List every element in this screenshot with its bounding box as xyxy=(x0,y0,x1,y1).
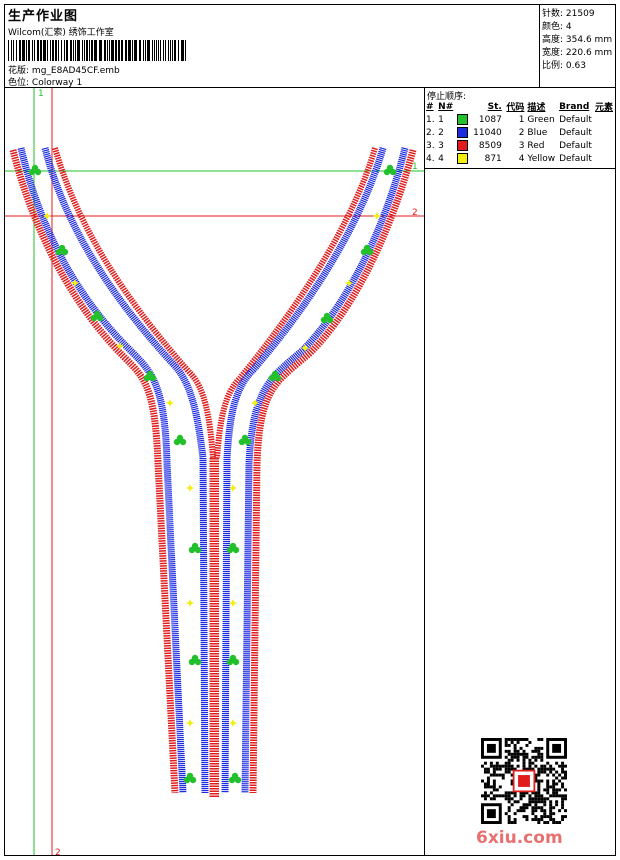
cell-index: 2. xyxy=(426,127,435,138)
green-motif xyxy=(274,374,282,382)
table-row: 2. 2 11040 2 Blue Default xyxy=(426,126,616,139)
col-swatch xyxy=(457,100,472,113)
cell-description: Red xyxy=(527,140,545,151)
color-swatch xyxy=(457,152,472,165)
cell-element xyxy=(595,113,616,126)
stat-scale: 比例: 0.63 xyxy=(542,61,586,71)
cell-code: 1 xyxy=(518,114,525,125)
cell-index: 1. xyxy=(426,114,435,125)
design-stats: 针数: 21509 颜色: 4 高度: 354.6 mm 宽度: 220.6 m… xyxy=(539,5,616,87)
cell-element xyxy=(595,126,616,139)
green-motif xyxy=(232,546,240,554)
swatch-red xyxy=(457,140,469,151)
cell-stitches: 1087 xyxy=(478,114,502,125)
swatch-blue xyxy=(457,127,469,138)
cell-code: 3 xyxy=(518,140,525,151)
design-canvas: 1 2 1 2 xyxy=(5,88,424,855)
cell-needle: 1 xyxy=(438,114,444,125)
col-element: 元素 xyxy=(594,103,613,113)
green-motif xyxy=(366,248,374,256)
swatch-green xyxy=(457,114,469,125)
green-motif xyxy=(326,316,334,324)
cell-brand: Default xyxy=(559,114,592,125)
color-swatch xyxy=(457,113,472,126)
yellow-star-motif xyxy=(186,719,194,727)
green-motif xyxy=(96,314,104,322)
cell-stitches: 871 xyxy=(484,153,502,164)
cell-stitches: 11040 xyxy=(473,127,502,138)
cell-needle: 4 xyxy=(438,153,444,164)
table-header-row: # N# St. 代码 描述 Brand 元素 xyxy=(426,100,616,114)
cell-needle: 2 xyxy=(438,127,444,138)
stop-sequence-table: # N# St. 代码 描述 Brand 元素 1. 1 1087 1 Green Def… xyxy=(426,100,616,165)
green-motif xyxy=(34,168,42,176)
col-description: 描述 xyxy=(527,103,546,113)
cell-brand: Default xyxy=(559,140,592,151)
blue-satin-left-1 xyxy=(41,147,209,794)
col-needle: N# xyxy=(438,101,454,112)
cell-brand: Default xyxy=(559,153,592,164)
cell-code: 2 xyxy=(518,127,525,138)
green-motif xyxy=(389,168,397,176)
color-swatch xyxy=(457,139,472,152)
qr-code xyxy=(481,738,567,824)
green-motif xyxy=(234,776,242,784)
yellow-star-motif xyxy=(186,599,194,607)
green-motif xyxy=(232,658,240,666)
cell-code: 4 xyxy=(518,153,525,164)
cell-brand: Default xyxy=(559,127,592,138)
green-motif xyxy=(149,374,157,382)
green-motif xyxy=(61,248,69,256)
guide-label-v2: 2 xyxy=(55,848,61,855)
col-index: # xyxy=(426,101,434,112)
stat-width: 宽度: 220.6 mm xyxy=(542,48,613,58)
guide-label-h2: 2 xyxy=(412,208,418,218)
yellow-star-motif xyxy=(229,599,237,607)
stat-height: 高度: 354.6 mm xyxy=(542,35,613,45)
guide-label-v1: 1 xyxy=(38,89,44,99)
color-swatch xyxy=(457,126,472,139)
studio-name: Wilcom(汇索) 绣饰工作室 xyxy=(8,28,114,38)
cell-element xyxy=(595,152,616,165)
table-row: 1. 1 1087 1 Green Default xyxy=(426,113,616,126)
cell-needle: 3 xyxy=(438,140,444,151)
cell-element xyxy=(595,139,616,152)
page-title: 生产作业图 xyxy=(8,9,79,24)
green-motif xyxy=(244,438,252,446)
col-brand: Brand xyxy=(559,101,590,112)
cell-index: 3. xyxy=(426,140,435,151)
green-motif xyxy=(179,438,187,446)
stat-colors: 颜色: 4 xyxy=(542,22,572,32)
green-motif xyxy=(194,546,202,554)
green-motif xyxy=(194,658,202,666)
yellow-star-motif xyxy=(373,212,381,220)
sidebar-divider xyxy=(425,168,616,169)
stat-stitches: 针数: 21509 xyxy=(542,9,595,19)
cell-description: Green xyxy=(527,114,555,125)
barcode xyxy=(8,40,186,61)
yellow-star-motif xyxy=(186,484,194,492)
green-motif xyxy=(189,776,197,784)
cell-description: Blue xyxy=(527,127,548,138)
header: 生产作业图 Wilcom(汇索) 绣饰工作室 花版: mg_E8AD45CF.e… xyxy=(5,5,539,88)
red-border-inner-left xyxy=(52,147,216,459)
table-row: 3. 3 8509 3 Red Default xyxy=(426,139,616,152)
cell-index: 4. xyxy=(426,153,435,164)
cell-description: Yellow xyxy=(527,153,556,164)
embroidery-design xyxy=(9,147,417,798)
col-code: 代码 xyxy=(506,103,525,113)
swatch-yellow xyxy=(457,153,469,164)
red-border-right xyxy=(249,149,417,794)
col-stitches: St. xyxy=(487,101,502,112)
cell-stitches: 8509 xyxy=(478,140,502,151)
yellow-star-motif xyxy=(166,399,174,407)
table-row: 4. 4 871 4 Yellow Default xyxy=(426,152,616,165)
watermark-logo: 6xiu.com xyxy=(476,828,563,848)
yellow-star-motif xyxy=(229,719,237,727)
